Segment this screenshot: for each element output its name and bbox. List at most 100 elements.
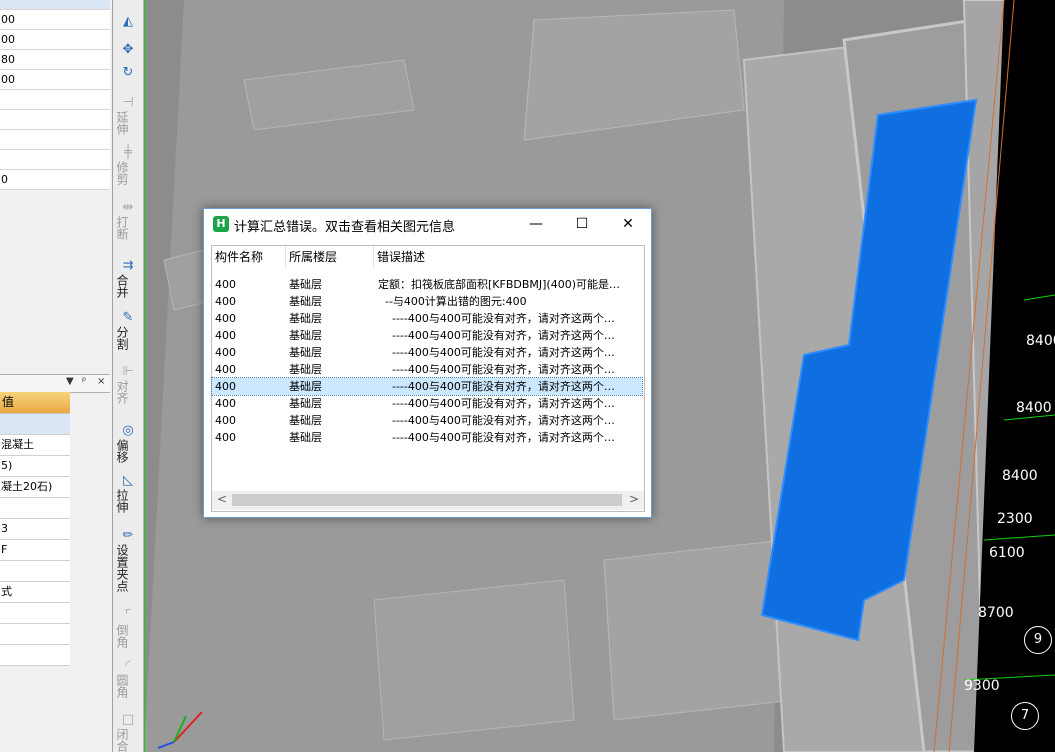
- fillet-tool[interactable]: ◜ 圆角: [115, 658, 141, 698]
- column-header-error-description[interactable]: 错误描述: [374, 246, 644, 268]
- close-button[interactable]: ✕: [605, 209, 651, 239]
- list-item[interactable]: 400 基础层 ----400与400可能没有对齐，请对齐这两个…: [212, 344, 642, 361]
- list-item[interactable]: 400 基础层 --与400计算出错的图元:400: [212, 293, 642, 310]
- list-item[interactable]: 400 基础层 ----400与400可能没有对齐，请对齐这两个…: [212, 429, 642, 446]
- rotate-tool[interactable]: ↻: [115, 65, 141, 81]
- component-name: 400: [215, 312, 236, 325]
- scroll-left-icon[interactable]: <: [214, 492, 230, 506]
- property-value[interactable]: 00: [0, 30, 110, 50]
- property-value[interactable]: 00: [0, 10, 110, 30]
- list-item[interactable]: 400 基础层 ----400与400可能没有对齐，请对齐这两个…: [212, 310, 642, 327]
- attribute-cell[interactable]: [0, 624, 70, 645]
- panel-titlebar: ▼ ᵖ ×: [0, 374, 110, 393]
- stretch-tool[interactable]: ◺ 拉伸: [115, 473, 141, 513]
- list-item-selected[interactable]: 400 基础层 ----400与400可能没有对齐，请对齐这两个…: [211, 377, 643, 396]
- column-header-component-name[interactable]: 构件名称: [212, 246, 286, 268]
- split-tool[interactable]: ✎ 分割: [115, 310, 141, 350]
- stretch-icon: ◺: [123, 473, 133, 488]
- stretch-label: 拉伸: [115, 489, 129, 513]
- chamfer-icon: ⌜: [124, 608, 132, 623]
- horizontal-scrollbar[interactable]: < >: [212, 491, 644, 510]
- error-description: ----400与400可能没有对齐，请对齐这两个…: [378, 431, 615, 444]
- error-list[interactable]: 构件名称 所属楼层 错误描述 400 基础层 定额：扣筏板底部面积[KFBDBM…: [211, 245, 645, 512]
- property-value[interactable]: 80: [0, 50, 110, 70]
- panel-close-icon[interactable]: ×: [97, 376, 105, 387]
- component-name: 400: [215, 397, 236, 410]
- error-description: ----400与400可能没有对齐，请对齐这两个…: [378, 363, 615, 376]
- minimize-button[interactable]: —: [513, 209, 559, 239]
- attribute-cell[interactable]: 5): [0, 456, 70, 477]
- set-grip-label: 设置夹点: [115, 544, 129, 592]
- set-grip-tool[interactable]: ✏ 设置夹点: [115, 528, 141, 592]
- dialog-titlebar[interactable]: H 计算汇总错误。双击查看相关图元信息 — ☐ ✕: [204, 209, 651, 239]
- property-grid-header: [0, 0, 110, 10]
- chamfer-tool[interactable]: ⌜ 倒角: [115, 608, 141, 648]
- column-header-floor[interactable]: 所属楼层: [286, 246, 374, 268]
- attribute-cell[interactable]: [0, 498, 70, 519]
- scrollbar-thumb[interactable]: [232, 494, 622, 506]
- panel-dropdown-icon[interactable]: ▼: [66, 376, 74, 387]
- property-value[interactable]: [0, 110, 110, 130]
- attribute-cell[interactable]: [0, 645, 70, 666]
- maximize-button[interactable]: ☐: [559, 209, 605, 239]
- list-item[interactable]: 400 基础层 ----400与400可能没有对齐，请对齐这两个…: [212, 395, 642, 412]
- trim-icon: ╪: [124, 145, 132, 160]
- slab-panel: [603, 539, 795, 721]
- axis-label: 2300: [997, 511, 1033, 527]
- merge-tool[interactable]: ⇉ 合并: [115, 258, 141, 298]
- mirror-tool[interactable]: ◭: [115, 14, 141, 30]
- error-description: ----400与400可能没有对齐，请对齐这两个…: [378, 397, 615, 410]
- fillet-label: 圆角: [115, 674, 129, 698]
- move-tool[interactable]: ✥: [115, 42, 141, 58]
- mirror-icon: ◭: [123, 14, 133, 29]
- list-item[interactable]: 400 基础层 定额：扣筏板底部面积[KFBDBMJ](400)可能是…: [212, 276, 642, 293]
- break-tool[interactable]: ⇹ 打断: [115, 200, 141, 240]
- trim-tool[interactable]: ╪ 修剪: [115, 145, 141, 185]
- attribute-cell[interactable]: [0, 414, 70, 435]
- attribute-cell[interactable]: [0, 561, 70, 582]
- extend-icon: ⊣: [122, 95, 134, 110]
- property-panel: 00 00 80 00 0 ▼ ᵖ × 值 混凝土 5) 凝土20石) 3 F …: [0, 0, 113, 752]
- list-item[interactable]: 400 基础层 ----400与400可能没有对齐，请对齐这两个…: [212, 327, 642, 344]
- scroll-right-icon[interactable]: >: [626, 492, 642, 506]
- trim-label: 修剪: [115, 161, 129, 185]
- property-value[interactable]: 00: [0, 70, 110, 90]
- offset-tool[interactable]: ◎ 偏移: [115, 423, 141, 463]
- attribute-cell[interactable]: F: [0, 540, 70, 561]
- align-icon: ⊩: [122, 364, 134, 379]
- error-description: ----400与400可能没有对齐，请对齐这两个…: [378, 312, 615, 325]
- split-label: 分割: [115, 326, 129, 350]
- component-name: 400: [215, 414, 236, 427]
- property-value[interactable]: [0, 150, 110, 170]
- merge-icon: ⇉: [122, 258, 134, 273]
- align-tool[interactable]: ⊩ 对齐: [115, 364, 141, 404]
- close-shape-label: 闭合: [115, 728, 129, 752]
- property-value[interactable]: [0, 130, 110, 150]
- close-shape-icon: □: [121, 712, 135, 727]
- axis-label: 8400: [1016, 400, 1052, 416]
- dialog-title: 计算汇总错误。双击查看相关图元信息: [234, 220, 456, 235]
- pin-icon[interactable]: ᵖ: [82, 376, 86, 387]
- column-header-value: 值: [0, 392, 70, 414]
- component-name: 400: [215, 278, 236, 291]
- error-description: ----400与400可能没有对齐，请对齐这两个…: [378, 380, 615, 393]
- extend-tool[interactable]: ⊣ 延伸: [115, 95, 141, 135]
- slab-panel: [373, 579, 575, 741]
- axis-label: 8400: [1026, 333, 1055, 349]
- attribute-cell[interactable]: [0, 603, 70, 624]
- component-name: 400: [215, 346, 236, 359]
- list-item[interactable]: 400 基础层 ----400与400可能没有对齐，请对齐这两个…: [212, 361, 642, 378]
- floor-name: 基础层: [289, 312, 322, 325]
- attribute-cell[interactable]: 式: [0, 582, 70, 603]
- set-grip-icon: ✏: [122, 528, 134, 543]
- floor-name: 基础层: [289, 329, 322, 342]
- list-item[interactable]: 400 基础层 ----400与400可能没有对齐，请对齐这两个…: [212, 412, 642, 429]
- floor-name: 基础层: [289, 295, 322, 308]
- attribute-cell[interactable]: 凝土20石): [0, 477, 70, 498]
- attribute-cell[interactable]: 混凝土: [0, 435, 70, 456]
- attribute-cell[interactable]: 3: [0, 519, 70, 540]
- error-summary-dialog: H 计算汇总错误。双击查看相关图元信息 — ☐ ✕ 构件名称 所属楼层 错误描述…: [203, 208, 652, 518]
- close-shape-tool[interactable]: □ 闭合: [115, 712, 141, 752]
- property-value[interactable]: [0, 90, 110, 110]
- property-value[interactable]: 0: [0, 170, 110, 190]
